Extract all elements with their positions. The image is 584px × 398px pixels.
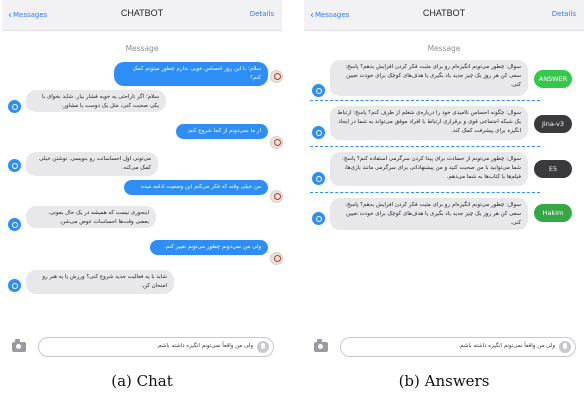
message-input[interactable]: ولی من واقعاً نمی‌تونم انگیزه داشته باشم… xyxy=(340,337,576,357)
message-section-label: Message xyxy=(125,44,159,53)
bot-avatar-icon xyxy=(8,159,21,172)
mic-icon[interactable] xyxy=(559,341,571,353)
bot-avatar-icon xyxy=(312,84,325,97)
chat-panel: ‹Messages CHATBOT Details Message سلام؛ … xyxy=(2,0,283,366)
answer-bubble: سوال: چطور می‌تونم انگیزه‌ام رو برای مثب… xyxy=(330,198,528,230)
chat-title: CHATBOT xyxy=(120,8,164,18)
answer-bubble: سوال: چطور می‌تونم از حسادت برای پیدا کر… xyxy=(330,152,528,186)
user-message-bubble: از ما نمی‌دونم از کجا شروع کنم. xyxy=(176,124,268,139)
answer-divider xyxy=(310,100,540,101)
bot-message-bubble: سلام؛ اگر ناراحتی یه خوبه فشار بیار. شای… xyxy=(26,90,166,112)
mic-icon[interactable] xyxy=(257,341,269,353)
model-badge: Hakim xyxy=(534,204,572,222)
bot-avatar-icon xyxy=(8,218,21,231)
user-avatar-icon xyxy=(270,136,283,149)
bot-avatar-icon xyxy=(312,172,325,185)
user-message-bubble: ولی من نمی‌دونم چطور می‌تونم تغییر کنم. xyxy=(150,240,268,255)
answer-divider xyxy=(310,146,540,147)
user-avatar-icon xyxy=(270,252,283,265)
bot-avatar-icon xyxy=(8,100,21,113)
chat-title: CHATBOT xyxy=(422,8,466,18)
details-button[interactable]: Details xyxy=(250,10,274,18)
caption-chat: (a) Chat xyxy=(111,372,173,390)
answer-bubble: سوال: چگونه احساس ناامیدی خود را درباره‌… xyxy=(330,106,528,140)
camera-icon[interactable] xyxy=(314,339,328,352)
user-message-bubble: سلام؛ با این روز احساس خوبی ندارم چطور م… xyxy=(114,62,268,86)
bot-message-bubble: می‌تونی اول احساساتت رو بنویسی. نوشتن خی… xyxy=(26,152,158,176)
bot-message-bubble: اینجوری نیست که همیشه در یک حال بمونی. ب… xyxy=(26,206,156,228)
bot-message-bubble: شاید با یه فعالیت جدید شروع کنی؟ ورزش یا… xyxy=(26,270,174,294)
message-input-text: ولی من واقعاً نمی‌تونم انگیزه داشته باشم… xyxy=(156,343,253,349)
model-badge: ANSWER xyxy=(534,70,572,88)
camera-icon[interactable] xyxy=(12,339,26,352)
message-input-text: ولی من واقعاً نمی‌تونم انگیزه داشته باشم… xyxy=(458,343,555,349)
nav-bar: ‹Messages CHATBOT Details xyxy=(2,0,282,31)
user-message-bubble: من خیلی وقته که فکر می‌کنم این وضعیت ادا… xyxy=(124,180,268,195)
answer-bubble: سوال: چطور می‌تونم انگیزه‌ام رو برای مثب… xyxy=(330,60,528,96)
model-badge: Jina-v3 xyxy=(534,115,572,133)
details-button[interactable]: Details xyxy=(552,10,576,18)
message-section-label: Message xyxy=(427,44,461,53)
model-badge: E5 xyxy=(534,160,572,178)
bot-avatar-icon xyxy=(312,212,325,225)
bot-avatar-icon xyxy=(312,126,325,139)
bot-avatar-icon xyxy=(8,279,21,292)
user-avatar-icon xyxy=(270,70,283,83)
answers-panel: ‹Messages CHATBOT Details Message سوال: … xyxy=(304,0,584,366)
answer-divider xyxy=(310,192,540,193)
nav-bar: ‹Messages CHATBOT Details xyxy=(304,0,584,31)
message-input[interactable]: ولی من واقعاً نمی‌تونم انگیزه داشته باشم… xyxy=(38,337,274,357)
user-avatar-icon xyxy=(270,190,283,203)
caption-answers: (b) Answers xyxy=(398,372,490,390)
